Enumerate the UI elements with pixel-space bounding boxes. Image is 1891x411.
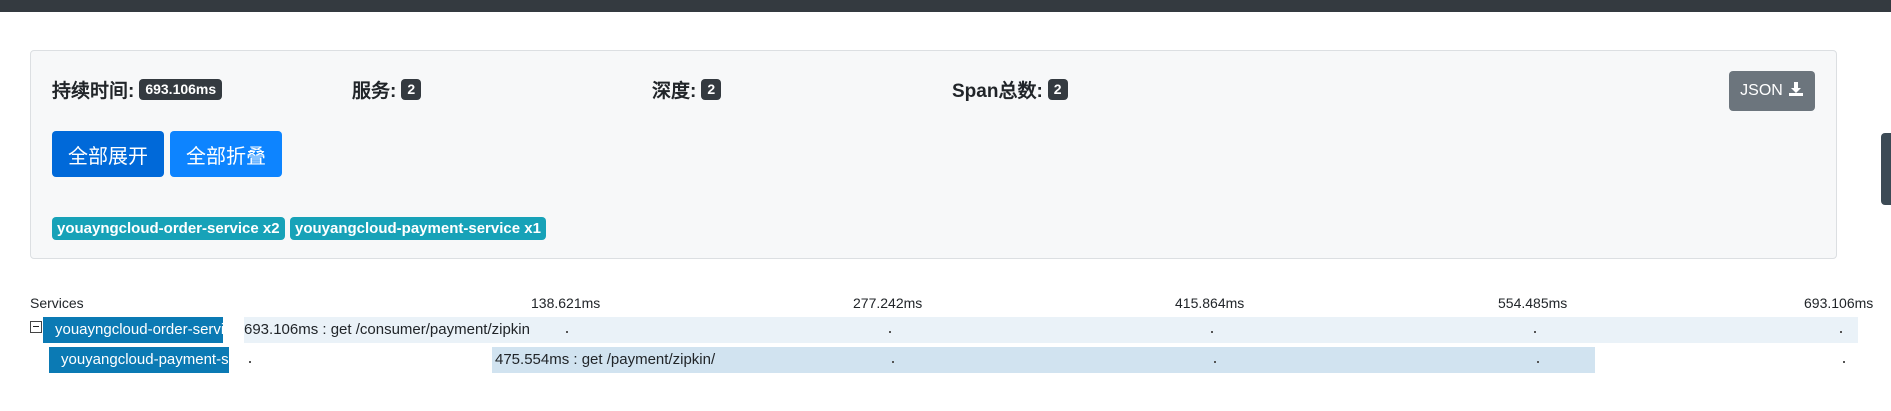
span-total-badge: 2	[1047, 79, 1068, 100]
services-column-header: Services	[30, 295, 84, 311]
service-name-label[interactable]: youayngcloud-order-service	[43, 317, 223, 343]
services-label: 服务:	[352, 81, 397, 102]
expand-all-button[interactable]: 全部展开	[52, 131, 164, 177]
tick-label: 138.621ms	[531, 295, 601, 311]
duration-stat: 持续时间: 693.106ms	[52, 76, 223, 103]
tick-dot	[1840, 331, 1842, 333]
download-icon	[1788, 81, 1804, 102]
span-total-stat: Span总数: 2	[952, 76, 1068, 103]
tick-dot	[1534, 331, 1536, 333]
tick-dot	[1843, 361, 1845, 363]
depth-label: 深度:	[652, 81, 697, 102]
json-button-label: JSON	[1740, 82, 1783, 99]
span-total-label: Span总数:	[952, 81, 1043, 102]
tick-label: 693.106ms	[1804, 295, 1874, 311]
service-badge-order[interactable]: youayngcloud-order-service x2	[52, 217, 285, 240]
service-badge-payment[interactable]: youyangcloud-payment-service x1	[290, 217, 546, 240]
tick-dot	[566, 331, 568, 333]
span-duration-text: 475.554ms : get /payment/zipkin/	[495, 351, 716, 368]
duration-badge: 693.106ms	[139, 79, 223, 100]
collapse-toggle-icon[interactable]	[30, 321, 42, 333]
services-count-badge: 2	[401, 79, 422, 100]
tick-dot	[249, 361, 251, 363]
depth-stat: 深度: 2	[652, 76, 722, 103]
duration-label: 持续时间:	[52, 81, 135, 102]
tick-label: 415.864ms	[1175, 295, 1245, 311]
tick-label: 277.242ms	[853, 295, 923, 311]
tick-dot	[1211, 331, 1213, 333]
trace-summary-panel: 持续时间: 693.106ms 服务: 2 深度: 2 Span总数: 2 JS…	[30, 50, 1837, 259]
side-panel-handle[interactable]	[1881, 133, 1891, 205]
json-download-button[interactable]: JSON	[1729, 71, 1815, 111]
tick-label: 554.485ms	[1498, 295, 1568, 311]
tick-dot	[889, 331, 891, 333]
tick-dot	[1214, 361, 1216, 363]
collapse-all-button[interactable]: 全部折叠	[170, 131, 282, 177]
trace-timeline: Services 138.621ms 277.242ms 415.864ms 5…	[0, 290, 1891, 390]
top-navbar	[0, 0, 1891, 12]
tick-dot	[1537, 361, 1539, 363]
service-name-label[interactable]: youyangcloud-payment-service	[49, 347, 229, 373]
services-stat: 服务: 2	[352, 76, 422, 103]
tick-dot	[892, 361, 894, 363]
depth-badge: 2	[701, 79, 722, 100]
span-duration-text: 693.106ms : get /consumer/payment/zipkin	[244, 321, 530, 338]
